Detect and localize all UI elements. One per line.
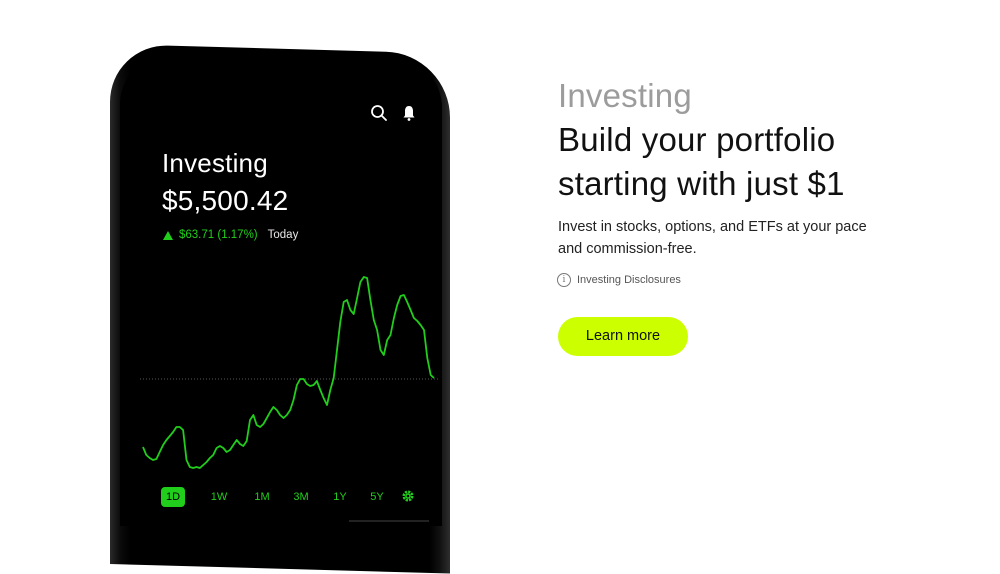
portfolio-chart bbox=[140, 276, 440, 469]
up-arrow-icon bbox=[163, 230, 173, 240]
change-amount: $63.71 (1.17%) bbox=[179, 229, 258, 241]
range-tab-1d[interactable]: 1D bbox=[161, 487, 185, 507]
phone-section-title: Investing bbox=[162, 148, 268, 178]
headline-line-1: Build your portfolio bbox=[558, 121, 836, 158]
phone-top-icons bbox=[370, 104, 418, 122]
range-tab-3m[interactable]: 3M bbox=[289, 487, 313, 507]
body-text: Invest in stocks, options, and ETFs at y… bbox=[558, 219, 867, 257]
portfolio-change: $63.71 (1.17%) Today bbox=[163, 229, 298, 241]
range-tab-5y[interactable]: 5Y bbox=[365, 487, 389, 507]
portfolio-value: $5,500.42 bbox=[162, 185, 289, 216]
headline-line-2: starting with just $1 bbox=[558, 165, 845, 202]
series-line-portfolio bbox=[142, 276, 435, 469]
range-tab-1w[interactable]: 1W bbox=[207, 487, 231, 507]
range-tabs: 1D 1W 1M 3M 1Y 5Y bbox=[161, 487, 421, 507]
range-tab-1m[interactable]: 1M bbox=[250, 487, 274, 507]
gear-icon[interactable] bbox=[401, 489, 415, 503]
range-tab-1y[interactable]: 1Y bbox=[328, 487, 352, 507]
info-icon: i bbox=[557, 273, 571, 287]
change-period: Today bbox=[267, 229, 299, 241]
disclosure-label: Investing Disclosures bbox=[577, 274, 681, 286]
learn-more-button[interactable]: Learn more bbox=[558, 317, 688, 356]
bell-icon[interactable] bbox=[400, 104, 418, 122]
section-eyebrow: Investing bbox=[558, 77, 692, 114]
search-icon[interactable] bbox=[370, 104, 388, 122]
headline: Build your portfolio starting with just … bbox=[558, 118, 845, 206]
investing-disclosures-link[interactable]: i Investing Disclosures bbox=[557, 273, 681, 287]
